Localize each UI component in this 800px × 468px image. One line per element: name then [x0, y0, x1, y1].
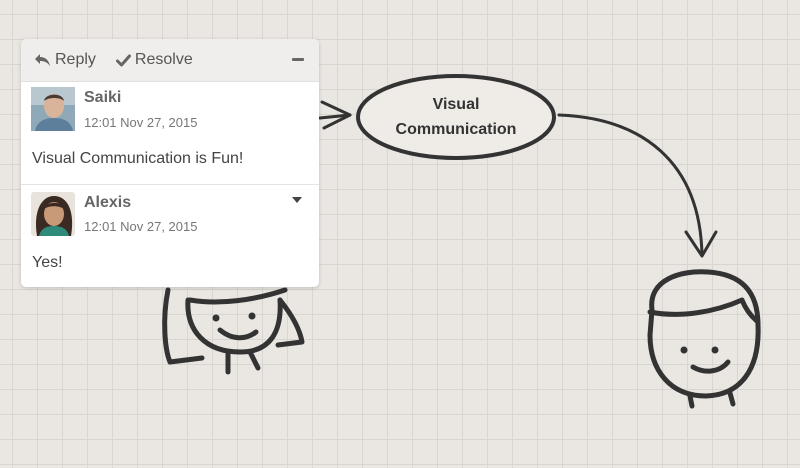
minimize-button[interactable]	[290, 51, 306, 67]
reply-arrow-icon	[34, 53, 51, 67]
connector-arrow-out[interactable]	[557, 113, 718, 258]
checkmark-icon	[115, 54, 131, 67]
boy-eyes	[680, 346, 719, 354]
girl-sketch[interactable]	[162, 287, 305, 375]
avatar[interactable]	[31, 192, 75, 236]
comment-timestamp: 12:01 Nov 27, 2015	[84, 115, 198, 130]
node-label-line1: Visual	[432, 96, 480, 113]
comment-timestamp: 12:01 Nov 27, 2015	[84, 219, 198, 234]
comment-item: Saiki 12:01 Nov 27, 2015 Visual Communic…	[21, 82, 319, 185]
comment-toolbar: Reply Resolve	[21, 39, 319, 82]
node-label-line2: Communication	[395, 121, 517, 138]
reply-button[interactable]: Reply	[34, 46, 96, 74]
comment-author: Alexis	[84, 194, 132, 211]
comment-panel: Reply Resolve Saiki 12:01 Nov 27, 2015 V…	[21, 39, 319, 287]
boy-sketch[interactable]	[647, 269, 761, 409]
caret-down-icon	[292, 197, 302, 203]
comment-author: Saiki	[84, 89, 122, 106]
comment-text: Yes!	[32, 254, 63, 271]
connector-arrow-in[interactable]	[318, 100, 352, 130]
comment-menu-button[interactable]	[290, 195, 304, 205]
resolve-label: Resolve	[134, 51, 193, 68]
minus-icon	[292, 57, 304, 61]
resolve-button[interactable]: Resolve	[115, 46, 193, 74]
comment-item: Alexis 12:01 Nov 27, 2015 Yes!	[21, 185, 319, 287]
reply-label: Reply	[55, 51, 96, 68]
node-label[interactable]: Visual Communication	[358, 92, 554, 142]
girl-eyes	[212, 312, 256, 322]
avatar[interactable]	[31, 87, 75, 131]
comment-text: Visual Communication is Fun!	[32, 150, 244, 167]
